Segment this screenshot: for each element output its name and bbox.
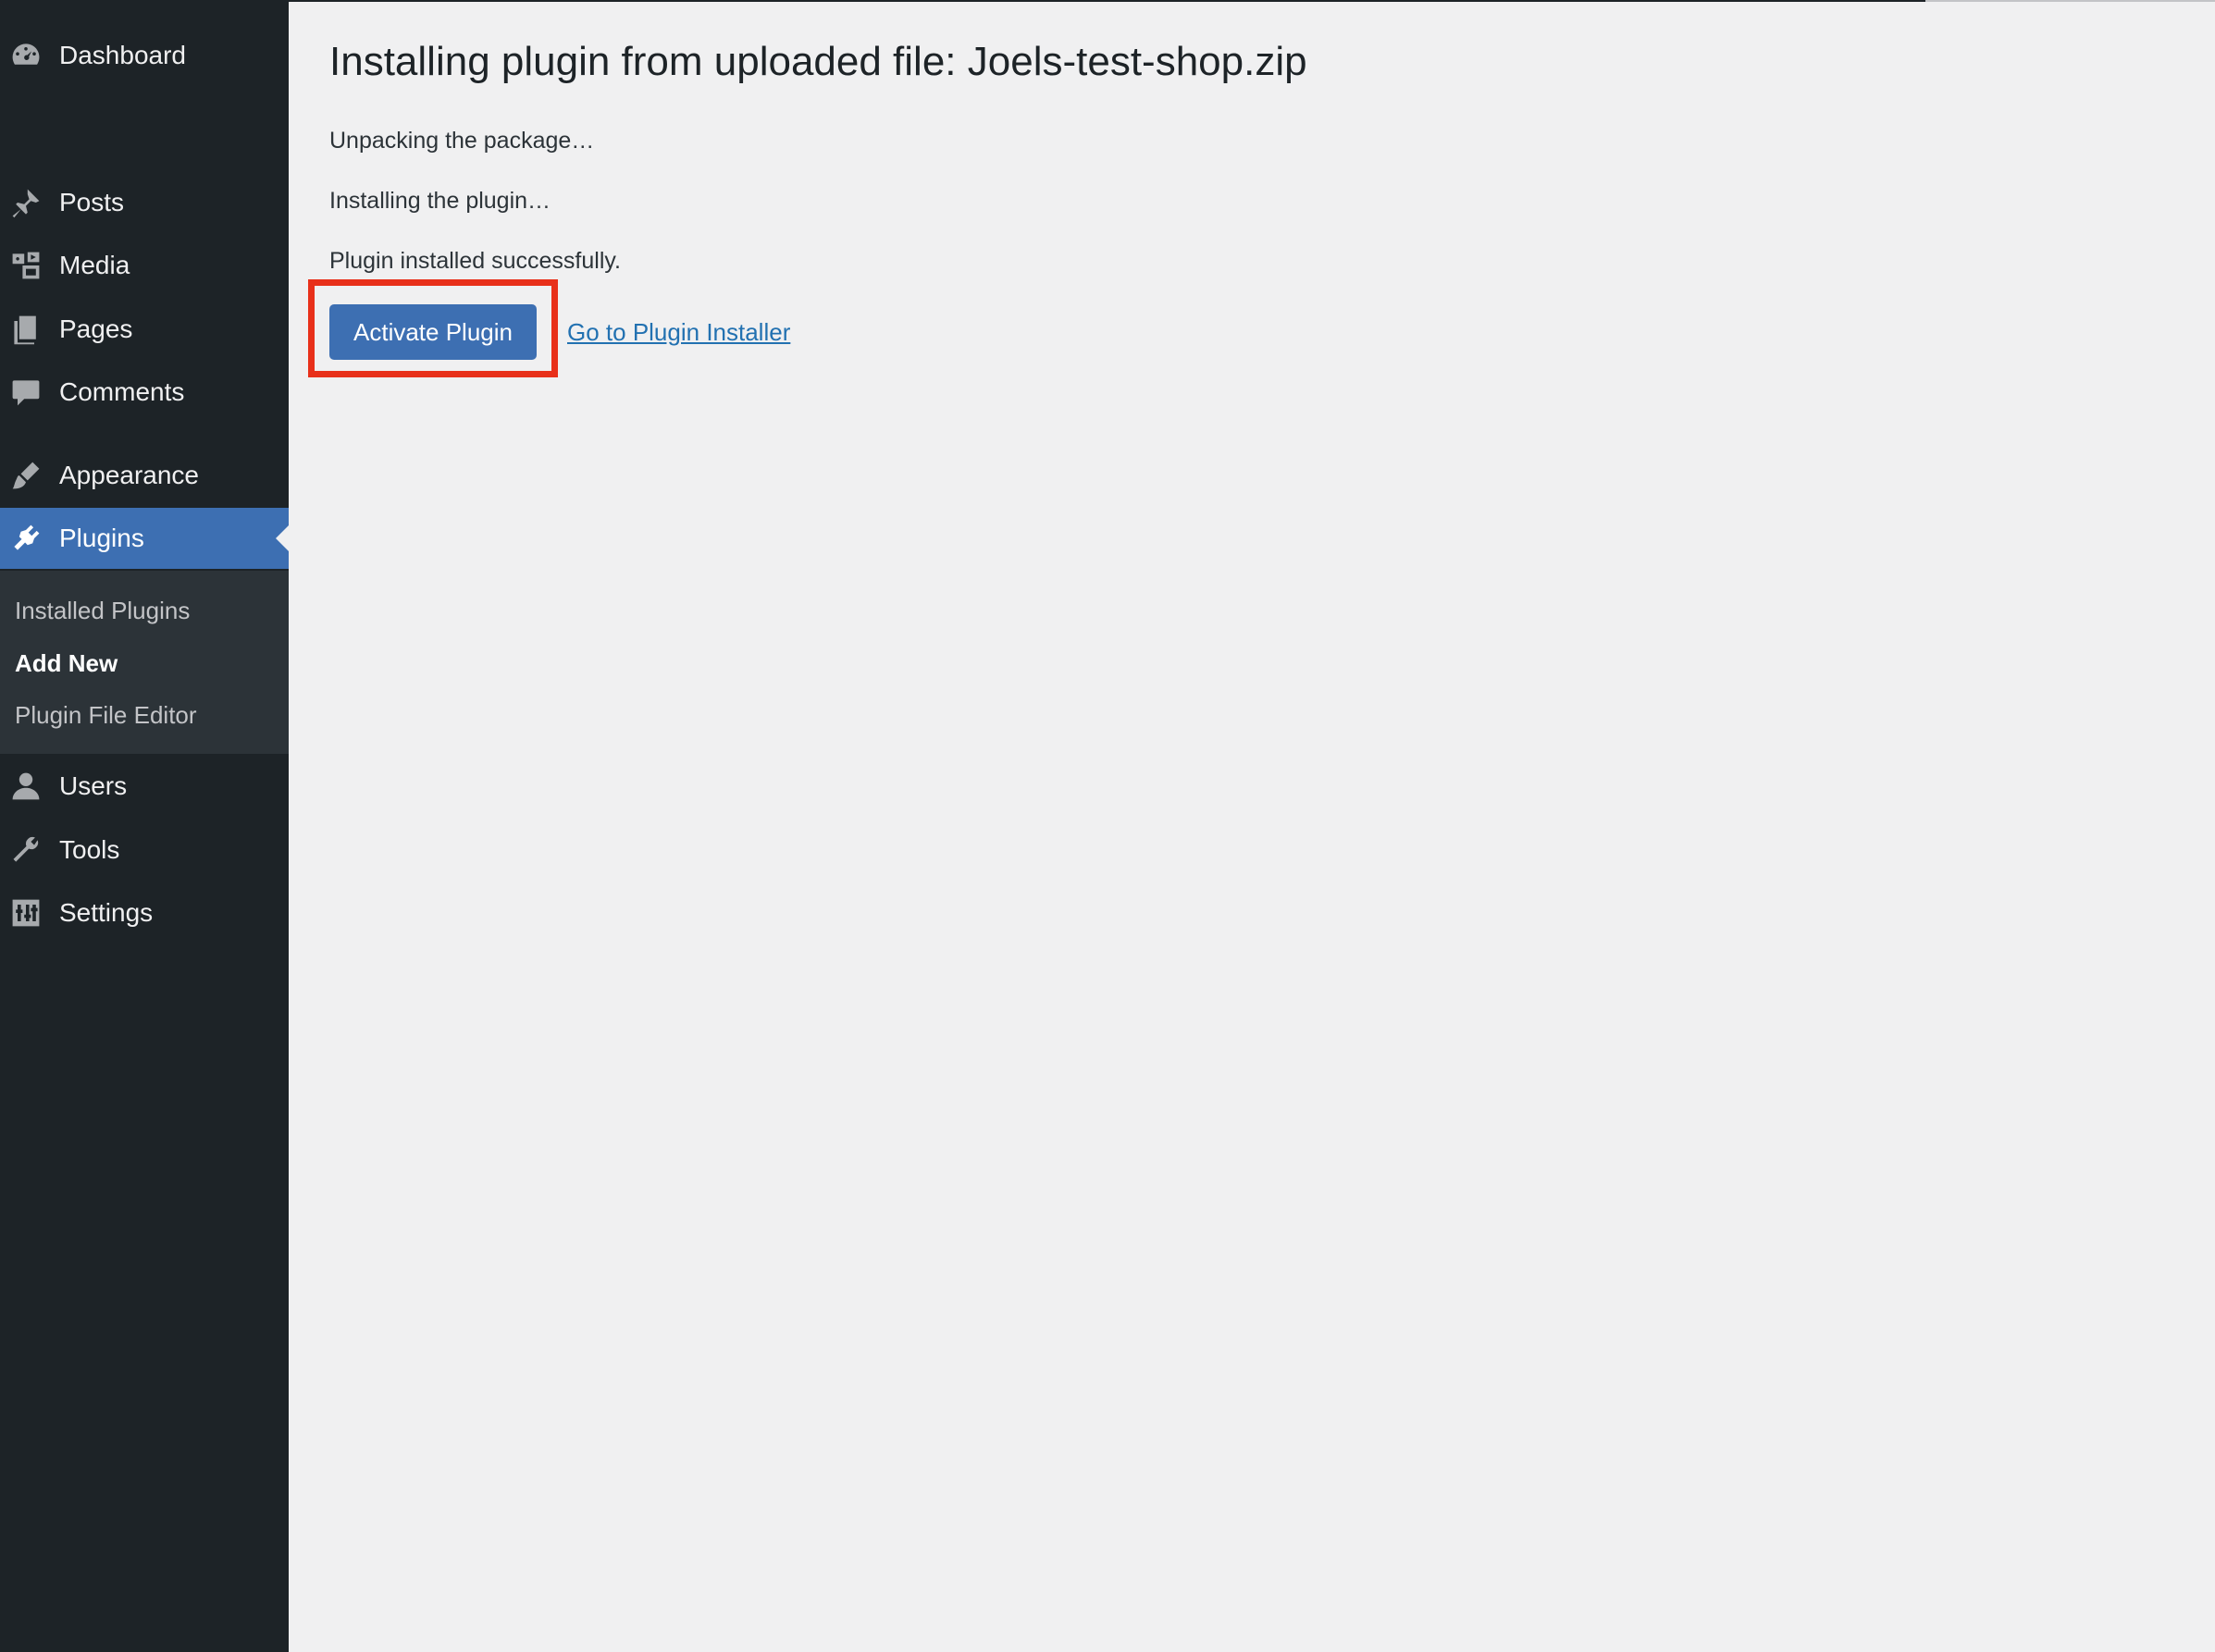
active-indicator-arrow [276, 525, 289, 551]
admin-sidebar: Dashboard Posts Media Pages Comments App… [0, 0, 289, 1652]
pages-icon [9, 313, 43, 346]
page-title: Installing plugin from uploaded file: Jo… [329, 39, 1307, 84]
wrench-icon [9, 833, 43, 867]
sidebar-item-dashboard[interactable]: Dashboard [0, 25, 289, 86]
sidebar-item-tools[interactable]: Tools [0, 820, 289, 881]
submenu-item-add-new[interactable]: Add New [15, 649, 118, 678]
dashboard-icon [9, 39, 43, 72]
plugin-installer-link[interactable]: Go to Plugin Installer [567, 318, 790, 347]
sidebar-item-label: Posts [59, 188, 125, 216]
sidebar-item-settings[interactable]: Settings [0, 882, 289, 943]
comment-icon [9, 376, 43, 409]
submenu-item-installed-plugins[interactable]: Installed Plugins [15, 597, 190, 625]
sidebar-item-appearance[interactable]: Appearance [0, 445, 289, 506]
sidebar-item-posts[interactable]: Posts [0, 172, 289, 233]
status-installing: Installing the plugin… [329, 188, 551, 214]
plugins-submenu: Installed Plugins Add New Plugin File Ed… [0, 571, 289, 754]
submenu-item-plugin-file-editor[interactable]: Plugin File Editor [15, 701, 197, 730]
sidebar-item-label: Pages [59, 314, 133, 343]
sidebar-item-label: Dashboard [59, 41, 186, 69]
activate-plugin-button[interactable]: Activate Plugin [329, 304, 537, 360]
paintbrush-icon [9, 459, 43, 492]
top-edge-line-right [1925, 0, 2215, 2]
sidebar-item-plugins[interactable]: Plugins [0, 508, 289, 569]
settings-icon [9, 896, 43, 930]
sidebar-item-comments[interactable]: Comments [0, 362, 289, 423]
sidebar-item-label: Appearance [59, 461, 200, 489]
sidebar-item-label: Users [59, 771, 128, 800]
sidebar-item-label: Settings [59, 898, 154, 927]
media-icon [9, 249, 43, 282]
sidebar-item-pages[interactable]: Pages [0, 299, 289, 360]
top-edge-line [289, 0, 1925, 2]
sidebar-item-label: Plugins [59, 524, 144, 552]
sidebar-item-media[interactable]: Media [0, 235, 289, 296]
sidebar-item-label: Tools [59, 835, 120, 864]
sidebar-item-users[interactable]: Users [0, 756, 289, 817]
sidebar-item-label: Comments [59, 377, 185, 406]
sidebar-item-label: Media [59, 251, 130, 279]
pushpin-icon [9, 186, 43, 219]
user-icon [9, 770, 43, 803]
status-success: Plugin installed successfully. [329, 248, 621, 274]
plugin-icon [9, 522, 43, 555]
status-unpacking: Unpacking the package… [329, 128, 595, 154]
